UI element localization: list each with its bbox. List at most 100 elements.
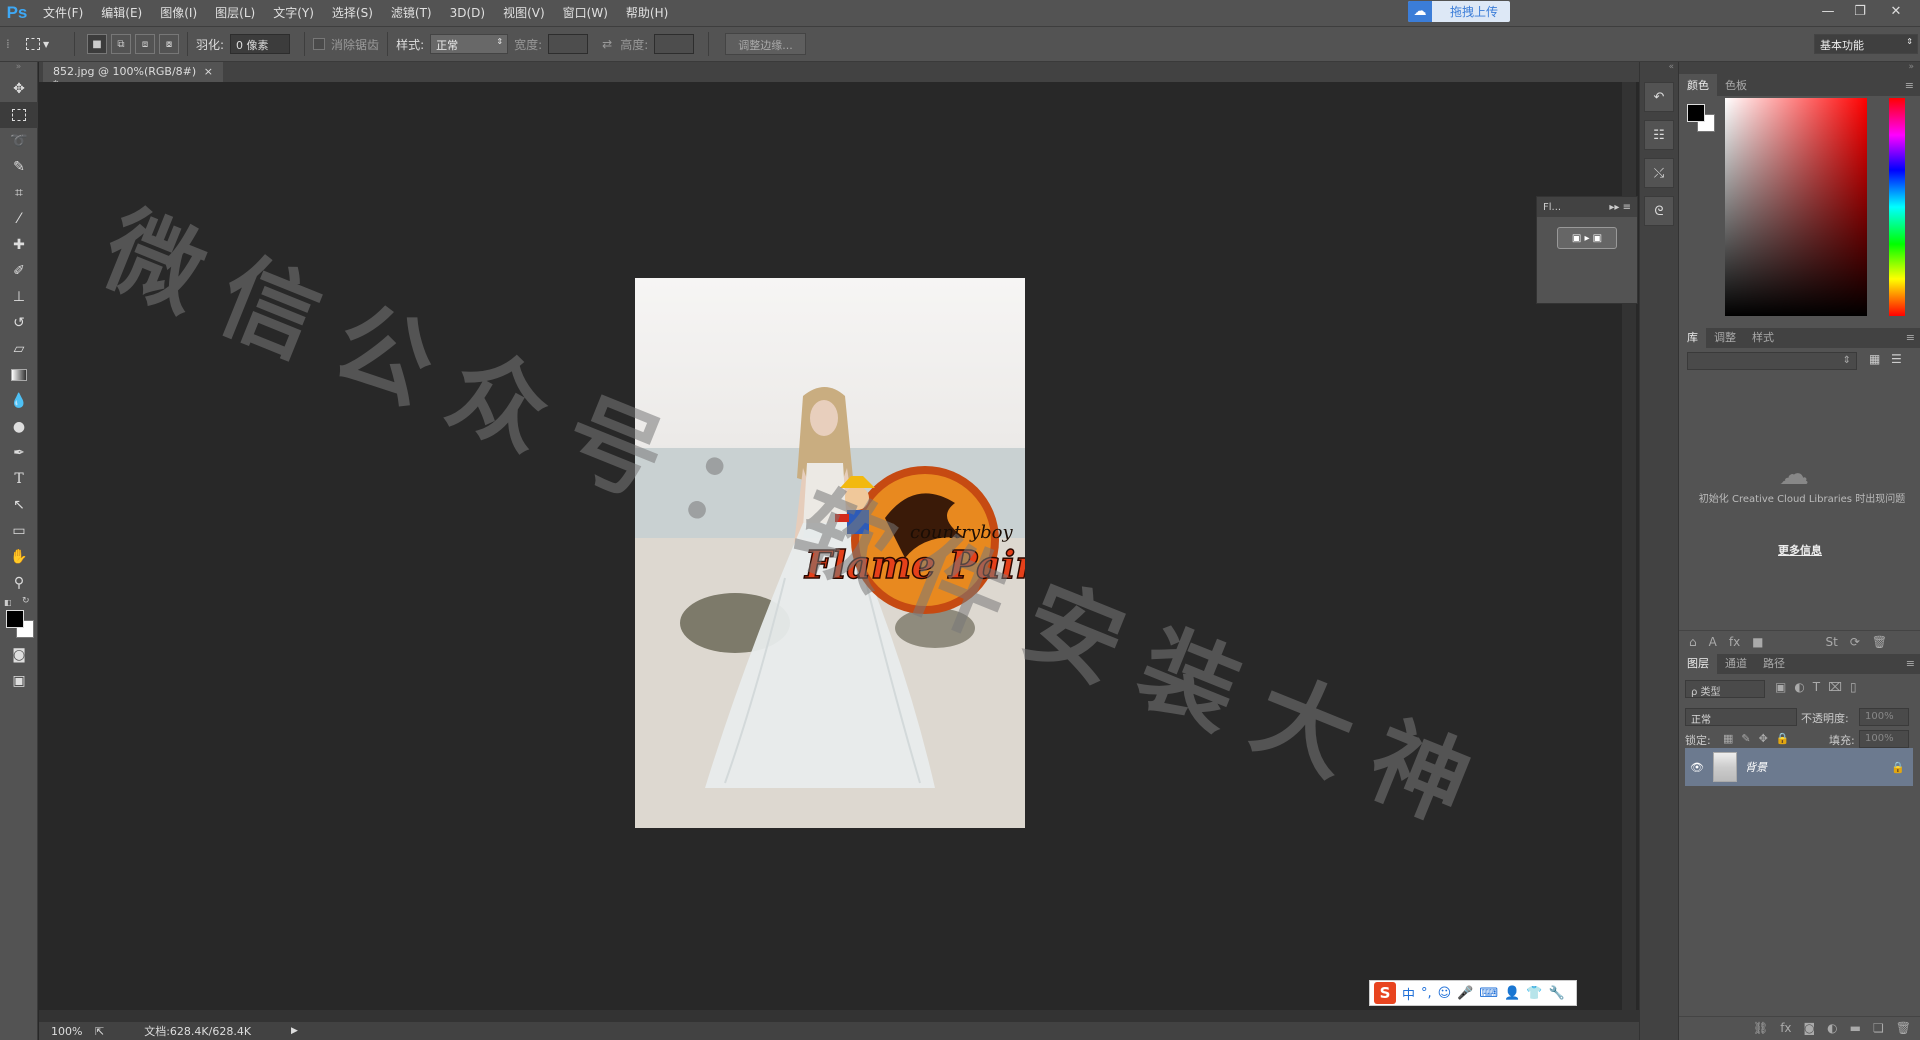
hue-slider[interactable] bbox=[1889, 98, 1905, 316]
intersect-selection-button[interactable]: ⧇ bbox=[159, 34, 179, 54]
hand-tool[interactable]: ✋ bbox=[0, 544, 38, 570]
path-select-tool[interactable]: ↖ bbox=[0, 492, 38, 518]
blend-mode-select[interactable]: 正常 bbox=[1685, 708, 1797, 726]
panel-menu-icon[interactable]: ≡ bbox=[1906, 657, 1915, 670]
new-group-icon[interactable]: ▬ bbox=[1850, 1021, 1861, 1035]
sogou-logo-icon[interactable]: S bbox=[1374, 982, 1396, 1004]
dock-collapse-icon[interactable]: « bbox=[1640, 62, 1678, 74]
library-select[interactable]: ⇕ bbox=[1687, 352, 1857, 370]
wrench-icon[interactable]: 🔧 bbox=[1549, 986, 1565, 1001]
new-selection-button[interactable]: ■ bbox=[87, 34, 107, 54]
layer-row-background[interactable]: 👁 背景 🔒 bbox=[1685, 748, 1913, 786]
flame-panel-header[interactable]: Fl... ▸▸ ≡ bbox=[1537, 197, 1637, 217]
shape-tool[interactable]: ▭ bbox=[0, 518, 38, 544]
history-panel-button[interactable]: ↶ bbox=[1644, 82, 1674, 112]
smiley-icon[interactable]: ☺ bbox=[1438, 986, 1452, 1001]
link-layers-icon[interactable]: ⛓ bbox=[1753, 1021, 1768, 1035]
expand-icon[interactable]: ▸▸ ≡ bbox=[1609, 202, 1631, 213]
pen-tool[interactable]: ✒ bbox=[0, 440, 38, 466]
zoom-tool[interactable]: ⚲ bbox=[0, 570, 38, 596]
flame-panel-button[interactable]: ᘓ bbox=[1644, 196, 1674, 226]
add-mask-icon[interactable]: ◙ bbox=[1804, 1021, 1816, 1035]
microphone-icon[interactable]: 🎤 bbox=[1457, 986, 1473, 1001]
minimize-button[interactable]: — bbox=[1812, 0, 1844, 22]
ime-punctuation[interactable]: °, bbox=[1421, 986, 1432, 1001]
menu-select[interactable]: 选择(S) bbox=[323, 0, 382, 26]
color-fill-icon[interactable]: ■ bbox=[1752, 635, 1763, 649]
gradient-tool[interactable] bbox=[0, 362, 38, 388]
blur-tool[interactable]: 💧 bbox=[0, 388, 38, 414]
close-icon[interactable]: × bbox=[204, 65, 213, 79]
default-colors-icon[interactable]: ◧ bbox=[4, 598, 12, 607]
list-view-icon[interactable]: ☰ bbox=[1891, 352, 1902, 366]
stock-icon[interactable]: St bbox=[1826, 635, 1838, 649]
tab-swatches[interactable]: 色板 bbox=[1717, 74, 1755, 96]
layer-filter-select[interactable]: ρ 类型 bbox=[1685, 680, 1765, 698]
crop-tool[interactable]: ⌗ bbox=[0, 180, 38, 206]
panel-menu-icon[interactable]: ≡ bbox=[1906, 331, 1915, 344]
menu-view[interactable]: 视图(V) bbox=[494, 0, 554, 26]
sync-icon[interactable]: ⟳ bbox=[1850, 635, 1860, 649]
add-style-icon[interactable]: fx bbox=[1780, 1021, 1791, 1035]
properties-panel-button[interactable]: ☷ bbox=[1644, 120, 1674, 150]
menu-type[interactable]: 文字(Y) bbox=[264, 0, 323, 26]
lock-options-icons[interactable]: ▦✎✥🔒 bbox=[1723, 732, 1798, 745]
quick-select-tool[interactable]: ✎ bbox=[0, 154, 38, 180]
zoom-level[interactable]: 100% bbox=[51, 1025, 91, 1038]
menu-window[interactable]: 窗口(W) bbox=[554, 0, 617, 26]
type-tool[interactable]: T bbox=[0, 466, 38, 492]
new-layer-icon[interactable]: ❏ bbox=[1873, 1021, 1884, 1035]
menu-layer[interactable]: 图层(L) bbox=[206, 0, 264, 26]
healing-tool[interactable]: ✚ bbox=[0, 232, 38, 258]
quick-mask-button[interactable]: ◙ bbox=[0, 642, 38, 668]
add-graphic-icon[interactable]: ⌂ bbox=[1689, 635, 1697, 649]
horizontal-scrollbar[interactable] bbox=[39, 1010, 1639, 1022]
menu-image[interactable]: 图像(I) bbox=[151, 0, 206, 26]
width-input[interactable] bbox=[548, 34, 589, 54]
menu-file[interactable]: 文件(F) bbox=[34, 0, 92, 26]
screen-mode-button[interactable]: ▣ bbox=[0, 668, 38, 694]
menu-edit[interactable]: 编辑(E) bbox=[92, 0, 151, 26]
tab-adjustments[interactable]: 调整 bbox=[1706, 326, 1744, 348]
move-tool[interactable]: ✥ bbox=[0, 76, 38, 102]
adjustment-layer-icon[interactable]: ◐ bbox=[1827, 1021, 1837, 1035]
ps-to-fp-button[interactable]: ▣ ▸ ▣ bbox=[1557, 227, 1617, 249]
document-tab[interactable]: 852.jpg @ 100%(RGB/8#) * × bbox=[43, 62, 223, 91]
actions-panel-button[interactable]: ⤯ bbox=[1644, 158, 1674, 188]
trash-icon[interactable]: 🗑 bbox=[1872, 635, 1887, 649]
panel-menu-icon[interactable]: ≡ bbox=[1905, 79, 1914, 92]
layer-filter-icons[interactable]: ▣◐T⌧▯ bbox=[1775, 680, 1865, 694]
trash-icon[interactable]: 🗑 bbox=[1896, 1021, 1911, 1035]
drag-upload-button[interactable]: ☁ 拖拽上传 bbox=[1408, 1, 1510, 22]
fill-input[interactable]: 100% bbox=[1859, 730, 1909, 748]
shirt-icon[interactable]: 👕 bbox=[1526, 986, 1542, 1001]
canvas-area[interactable]: countryboy Flame Painter 微信公众号：软件安装大神 bbox=[39, 82, 1639, 1022]
eraser-tool[interactable]: ▱ bbox=[0, 336, 38, 362]
keyboard-icon[interactable]: ⌨ bbox=[1479, 986, 1498, 1001]
swap-icon[interactable]: ⇄ bbox=[602, 37, 612, 51]
more-info-link[interactable]: 更多信息 bbox=[1679, 542, 1920, 558]
antialias-checkbox[interactable] bbox=[313, 38, 326, 50]
tab-styles[interactable]: 样式 bbox=[1744, 326, 1782, 348]
share-icon[interactable]: ⇱ bbox=[95, 1025, 104, 1038]
menu-3d[interactable]: 3D(D) bbox=[441, 0, 494, 26]
subtract-selection-button[interactable]: ⧈ bbox=[135, 34, 155, 54]
height-input[interactable] bbox=[654, 34, 695, 54]
dodge-tool[interactable]: ● bbox=[0, 414, 38, 440]
grid-view-icon[interactable]: ▦ bbox=[1869, 352, 1880, 366]
history-brush-tool[interactable]: ↺ bbox=[0, 310, 38, 336]
lasso-tool[interactable]: ➰ bbox=[0, 128, 38, 154]
layer-name[interactable]: 背景 bbox=[1745, 759, 1891, 775]
add-selection-button[interactable]: ⧉ bbox=[111, 34, 131, 54]
brush-tool[interactable]: ✐ bbox=[0, 258, 38, 284]
color-fg-swatch[interactable] bbox=[1687, 104, 1705, 122]
workspace-select[interactable]: 基本功能 ⇕ bbox=[1814, 34, 1918, 54]
tool-preset-picker[interactable]: ▼ bbox=[26, 33, 66, 55]
close-button[interactable]: ✕ bbox=[1880, 0, 1912, 22]
triangle-right-icon[interactable]: ▶ bbox=[291, 1026, 298, 1036]
tab-libraries[interactable]: 库 bbox=[1679, 326, 1706, 348]
user-icon[interactable]: 👤 bbox=[1504, 986, 1520, 1001]
swap-colors-icon[interactable]: ↻ bbox=[22, 596, 30, 606]
eye-icon[interactable]: 👁 bbox=[1687, 761, 1707, 774]
tab-color[interactable]: 颜色 bbox=[1679, 74, 1717, 96]
